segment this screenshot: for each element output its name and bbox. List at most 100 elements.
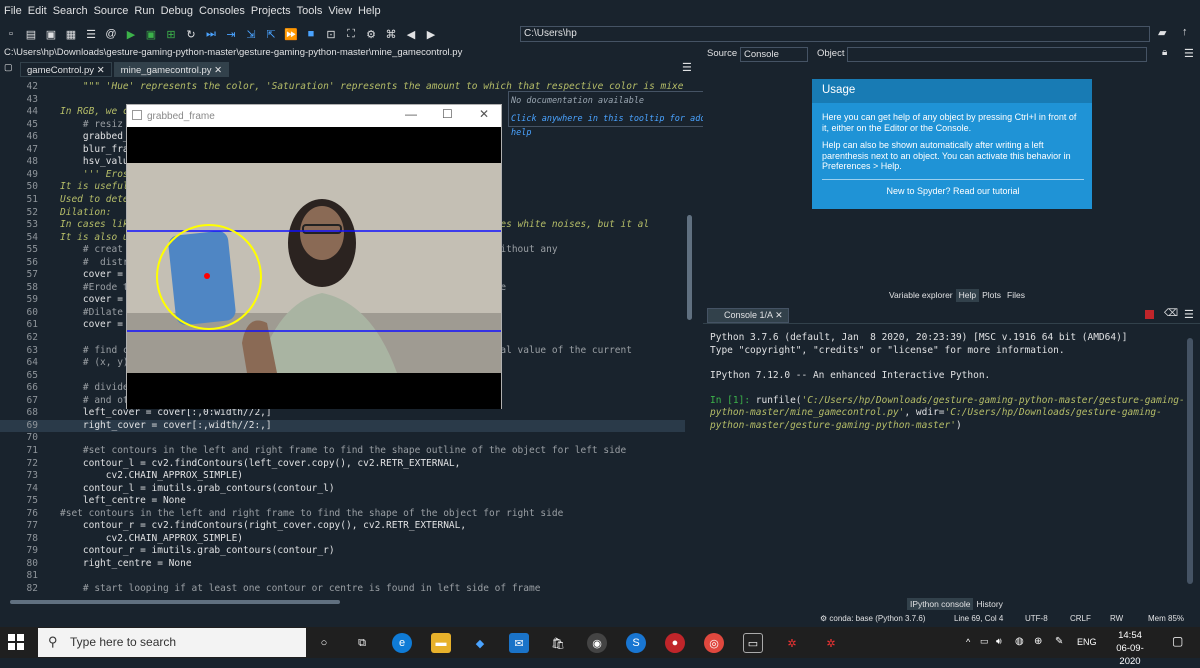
code-line[interactable]: 68 left_cover = cover[:,0:width//2,] [0, 407, 685, 420]
tab-mine-gamecontrol[interactable]: mine_gamecontrol.py ✕ [113, 61, 230, 77]
code-line[interactable]: 75 left_centre = None [0, 495, 685, 508]
code-line[interactable]: 80 right_centre = None [0, 558, 685, 571]
dropbox-icon[interactable]: ◆ [470, 633, 490, 653]
source-select[interactable]: Console [740, 47, 808, 62]
tab-files[interactable]: Files [1004, 289, 1028, 302]
menu-source[interactable]: Source [94, 5, 129, 17]
help-options-icon[interactable]: ☰ [1184, 47, 1194, 60]
notification-icon[interactable]: ▢ [1172, 634, 1183, 648]
editor-hscroll-thumb[interactable] [10, 600, 340, 604]
ipython-console[interactable]: Python 3.7.6 (default, Jan 8 2020, 20:23… [703, 326, 1187, 594]
debug-icon[interactable]: ⏭ [204, 27, 218, 41]
media-player-icon[interactable]: ◉ [587, 633, 607, 653]
spyder-icon[interactable]: ✲ [782, 633, 802, 653]
tab-list-icon[interactable]: ▢ [4, 62, 13, 73]
python-path-icon[interactable]: ⌘ [384, 27, 398, 41]
window-titlebar[interactable]: grabbed_frame — ☐ ✕ [127, 105, 501, 127]
forward-arrow-icon[interactable]: ▶ [424, 27, 438, 41]
code-line[interactable]: 71 #set contours in the left and right f… [0, 445, 685, 458]
code-line[interactable]: 78 cv2.CHAIN_APPROX_SIMPLE) [0, 533, 685, 546]
list-icon[interactable]: ☰ [84, 27, 98, 41]
preferences-icon[interactable]: ⚙ [364, 27, 378, 41]
edge-icon[interactable]: e [392, 633, 412, 653]
close-icon[interactable]: ✕ [479, 107, 489, 121]
terminal-icon[interactable]: ▭ [743, 633, 763, 653]
battery-icon[interactable]: ▭ [980, 636, 989, 647]
editor-vertical-scrollbar[interactable] [686, 78, 694, 598]
code-line[interactable]: 72 contour_l = cv2.findContours(left_cov… [0, 458, 685, 471]
code-line[interactable]: 82 # start looping if at least one conto… [0, 583, 685, 596]
tab-help[interactable]: Help [955, 289, 980, 302]
task-view-icon[interactable]: ⧉ [352, 633, 372, 653]
menu-help[interactable]: Help [358, 5, 381, 17]
editor-scroll-thumb[interactable] [687, 215, 692, 320]
cortana-icon[interactable]: ○ [314, 633, 334, 653]
chrome-icon[interactable]: ◎ [704, 633, 724, 653]
taskbar-search-input[interactable]: Type here to search [38, 628, 306, 657]
network-icon[interactable]: ⊕ [1034, 636, 1042, 647]
tab-ipython-console[interactable]: IPython console [907, 598, 974, 610]
wifi-icon[interactable]: ◍ [1015, 636, 1024, 647]
close-icon[interactable]: ✕ [775, 310, 783, 320]
new-file-icon[interactable]: ▫ [4, 27, 18, 41]
console-scrollbar[interactable] [1187, 338, 1193, 584]
code-line[interactable]: 79 contour_r = imutils.grab_contours(con… [0, 545, 685, 558]
code-line[interactable]: 70 [0, 432, 685, 445]
menu-file[interactable]: File [4, 5, 22, 17]
tab-console[interactable]: Console 1/A ✕ [707, 308, 789, 323]
maximize-icon[interactable]: ☐ [442, 107, 453, 121]
volume-icon[interactable]: 🔊︎ [996, 636, 1002, 647]
tab-history[interactable]: History [973, 598, 1005, 610]
taskbar-clock[interactable]: 14:54 06-09-2020 [1106, 629, 1154, 668]
parent-dir-icon[interactable]: ↑ [1182, 26, 1188, 38]
stop-debug-icon[interactable]: ■ [304, 27, 318, 41]
at-icon[interactable]: @ [104, 27, 118, 41]
menu-view[interactable]: View [328, 5, 352, 17]
code-line[interactable]: 69 right_cover = cover[:,width//2:,] [0, 419, 685, 433]
code-line[interactable]: 73 cv2.CHAIN_APPROX_SIMPLE) [0, 470, 685, 483]
tab-variable-explorer[interactable]: Variable explorer [886, 289, 956, 302]
close-icon[interactable]: ✕ [214, 65, 222, 76]
record-icon[interactable]: ● [665, 633, 685, 653]
console-options-icon[interactable]: ☰ [1184, 308, 1194, 321]
editor-options-icon[interactable]: ☰ [682, 61, 692, 74]
save-all-icon[interactable]: ▦ [64, 27, 78, 41]
menu-search[interactable]: Search [53, 5, 88, 17]
pen-icon[interactable]: ✎ [1055, 636, 1063, 647]
menu-debug[interactable]: Debug [161, 5, 193, 17]
back-arrow-icon[interactable]: ◀ [404, 27, 418, 41]
grabbed-frame-window[interactable]: grabbed_frame — ☐ ✕ [126, 104, 502, 409]
working-directory-input[interactable]: C:\Users\hp [520, 26, 1150, 42]
code-line[interactable]: 77 contour_r = cv2.findContours(right_co… [0, 520, 685, 533]
stop-console-icon[interactable] [1145, 310, 1154, 319]
lock-icon[interactable]: 🔒︎ [1162, 47, 1167, 58]
code-line[interactable]: 74 contour_l = imutils.grab_contours(con… [0, 483, 685, 496]
menu-run[interactable]: Run [134, 5, 154, 17]
save-icon[interactable]: ▣ [44, 27, 58, 41]
tab-plots[interactable]: Plots [979, 289, 1004, 302]
close-icon[interactable]: ✕ [97, 65, 105, 76]
code-line[interactable]: 76 #set contours in the left and right fr… [0, 508, 685, 521]
tab-gamecontrol[interactable]: gameControl.py ✕ [20, 61, 112, 77]
skype-icon[interactable]: S [626, 633, 646, 653]
step-return-icon[interactable]: ⇱ [264, 27, 278, 41]
spyder-icon-2[interactable]: ✲ [821, 633, 841, 653]
step-icon[interactable]: ⇥ [224, 27, 238, 41]
menu-consoles[interactable]: Consoles [199, 5, 245, 17]
minimize-icon[interactable]: — [405, 107, 417, 121]
menu-edit[interactable]: Edit [28, 5, 47, 17]
fullscreen-icon[interactable]: ⛶ [344, 27, 358, 41]
browse-folder-icon[interactable]: ▰ [1158, 26, 1166, 39]
menu-projects[interactable]: Projects [251, 5, 291, 17]
file-explorer-icon[interactable]: ▬ [431, 633, 451, 653]
step-into-icon[interactable]: ⇲ [244, 27, 258, 41]
mail-icon[interactable]: ✉ [509, 633, 529, 653]
clear-console-icon[interactable]: ⌫ [1164, 308, 1178, 319]
code-line[interactable]: 81 [0, 570, 685, 583]
run-cell-advance-icon[interactable]: ⊞ [164, 27, 178, 41]
run-icon[interactable]: ▶ [124, 27, 138, 41]
rerun-icon[interactable]: ↻ [184, 27, 198, 41]
object-input[interactable] [847, 47, 1147, 62]
language-indicator[interactable]: ENG [1077, 637, 1097, 647]
show-hidden-icons-icon[interactable]: ^ [966, 637, 970, 647]
